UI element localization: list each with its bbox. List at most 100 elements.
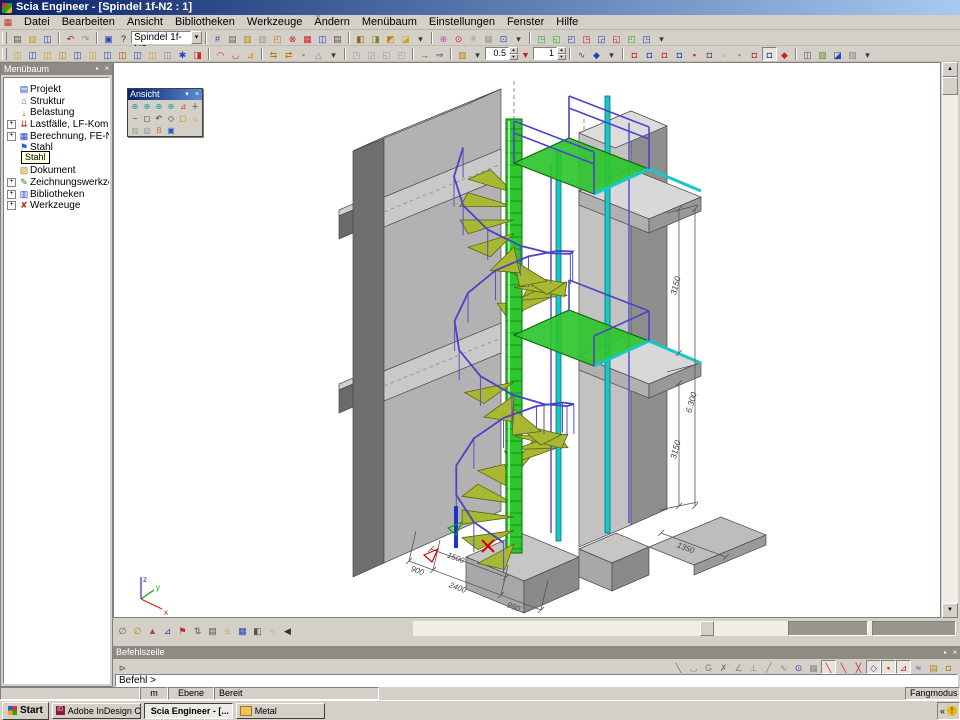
gallery-icon[interactable]: ◫ [315, 31, 330, 45]
scale-large-spinbox[interactable]: 1 [533, 47, 557, 60]
zoom-prev-icon[interactable]: ↶ [153, 112, 165, 124]
section-icon[interactable]: ◫ [40, 47, 55, 61]
axis-icon[interactable]: ⊿ [177, 100, 189, 112]
sheet-icon[interactable]: ▤ [205, 623, 220, 637]
link-icon[interactable]: ⊕ [436, 31, 451, 45]
expand-icon[interactable]: + [7, 120, 16, 129]
wind-icon[interactable]: ◨ [190, 47, 205, 61]
menu-item-werkzeuge[interactable]: Werkzeuge [241, 15, 308, 29]
clip-icon[interactable]: ∅ [115, 623, 130, 637]
layout-icon[interactable]: ◳ [639, 31, 654, 45]
calc-icon[interactable]: ▨ [815, 47, 830, 61]
collapse-left-icon[interactable]: ◀ [280, 623, 295, 637]
tree-item-bibliotheken[interactable]: +▥Bibliotheken [4, 188, 109, 200]
snap-node-icon[interactable]: ▪ [881, 660, 896, 674]
ansicht-titlebar[interactable]: Ansicht ▾ × [128, 89, 202, 100]
status-unit[interactable]: m [140, 687, 168, 700]
snap-pt-icon[interactable]: ◘ [941, 660, 956, 674]
print-icon[interactable]: ▤ [330, 31, 345, 45]
select-poly-icon[interactable]: ⊿ [243, 47, 258, 61]
menu-item-ansicht[interactable]: Ansicht [121, 15, 169, 29]
task-button[interactable]: IDAdobe InDesign C... [52, 703, 141, 719]
project-settings-icon[interactable]: # [210, 31, 225, 45]
paste-icon[interactable]: ◨ [368, 31, 383, 45]
fly-icon[interactable]: ⇒ [432, 47, 447, 61]
view-icon[interactable]: ◳ [349, 47, 364, 61]
help-icon[interactable]: ? [116, 31, 131, 45]
project-item-combo[interactable]: Spindel 1f-N2 [131, 31, 191, 44]
section-icon[interactable]: ◫ [55, 47, 70, 61]
view-y-icon[interactable]: ⊕ [141, 100, 153, 112]
tri-icon[interactable]: △ [311, 47, 326, 61]
expand-icon[interactable]: + [7, 178, 16, 187]
mesh-icon[interactable]: ▦ [481, 31, 496, 45]
render-icon[interactable]: ▧ [129, 124, 141, 136]
snap-mid-icon[interactable]: ╲ [836, 660, 851, 674]
tree-item-zeichnungswerkzeug[interactable]: +✎Zeichnungswerkzeuge [4, 177, 109, 189]
menu-item-bearbeiten[interactable]: Bearbeiten [56, 15, 121, 29]
tree-item-belastung[interactable]: ↓Belastung [4, 107, 109, 119]
toolbar-grip[interactable] [2, 48, 7, 60]
tree-item-projekt[interactable]: ▤Projekt [4, 84, 109, 96]
snap-perp-icon[interactable]: ⊥ [746, 660, 761, 674]
wire-icon[interactable]: ⊿ [160, 623, 175, 637]
more-icon[interactable]: ▾ [470, 47, 485, 61]
more-icon[interactable]: ▾ [326, 47, 341, 61]
scroll-down-icon[interactable]: ▼ [942, 603, 958, 618]
layout-icon[interactable]: ◱ [609, 31, 624, 45]
select-curve-icon[interactable]: ◠ [213, 47, 228, 61]
clip-box-icon[interactable]: ▢ [177, 112, 189, 124]
view-x-icon[interactable]: ⊕ [129, 100, 141, 112]
layout-icon[interactable]: ◰ [564, 31, 579, 45]
beam-icon[interactable]: ◆ [777, 47, 792, 61]
section-icon[interactable]: ◫ [115, 47, 130, 61]
mesh-icon[interactable]: ▦ [235, 623, 250, 637]
library-icon[interactable]: ◪ [398, 31, 413, 45]
document-icon[interactable]: ▥ [240, 31, 255, 45]
beam-icon[interactable]: ◘ [702, 47, 717, 61]
wave-icon[interactable]: ∿ [574, 47, 589, 61]
close-icon[interactable]: × [950, 646, 960, 659]
table-icon[interactable]: ▦ [300, 31, 315, 45]
point-icon[interactable]: ▪ [296, 47, 311, 61]
arrow-icon[interactable]: → [417, 47, 432, 61]
more-icon[interactable]: ▾ [654, 31, 669, 45]
layout-icon[interactable]: ◱ [549, 31, 564, 45]
expand-icon[interactable]: + [7, 201, 16, 210]
folder-icon[interactable]: ◰ [270, 31, 285, 45]
section-icon[interactable]: ◫ [70, 47, 85, 61]
section-icon[interactable]: ◫ [145, 47, 160, 61]
vertical-scrollbar[interactable]: ▲ ▼ [942, 62, 958, 618]
beam-icon[interactable]: ◘ [642, 47, 657, 61]
snap-len-icon[interactable]: ▤ [926, 660, 941, 674]
menu-item-datei[interactable]: Datei [18, 15, 56, 29]
more-icon[interactable]: ▾ [511, 31, 526, 45]
copy-icon[interactable]: ◧ [353, 31, 368, 45]
view-icon[interactable]: ◱ [379, 47, 394, 61]
snap-edge-icon[interactable]: ⊿ [896, 660, 911, 674]
snap-int-icon[interactable]: ╳ [851, 660, 866, 674]
expand-icon[interactable]: + [7, 190, 16, 199]
model-viewport[interactable]: 3150 6.300 3150 900 2400 950 1500 [113, 62, 941, 618]
clip-on-icon[interactable]: ∅ [130, 623, 145, 637]
grid-icon[interactable]: # [466, 31, 481, 45]
snap-seg-icon[interactable]: ≈ [911, 660, 926, 674]
zoom-out-icon[interactable]: − [129, 112, 141, 124]
toolbar-grip[interactable] [2, 32, 7, 44]
scrollbar-thumb[interactable] [700, 621, 714, 636]
section-icon[interactable]: ◫ [160, 47, 175, 61]
shade-icon[interactable]: ▲ [145, 623, 160, 637]
menu-item-ndern[interactable]: Ändern [308, 15, 355, 29]
pick-cursor-icon[interactable]: ⊳ [115, 660, 130, 674]
beam-icon[interactable]: ▫ [717, 47, 732, 61]
section-icon[interactable]: ◫ [100, 47, 115, 61]
view-icon[interactable]: ◲ [364, 47, 379, 61]
beam-icon[interactable]: ◘ [762, 47, 777, 61]
layout-icon[interactable]: ◲ [594, 31, 609, 45]
snap-pin-icon[interactable]: ⊙ [791, 660, 806, 674]
sun-icon[interactable]: ☼ [220, 623, 235, 637]
section-icon[interactable]: ◫ [85, 47, 100, 61]
scale-small-spinbox[interactable]: 0.5 [485, 47, 509, 60]
beam-icon[interactable]: ▪ [687, 47, 702, 61]
snap-g-icon[interactable]: G [701, 660, 716, 674]
